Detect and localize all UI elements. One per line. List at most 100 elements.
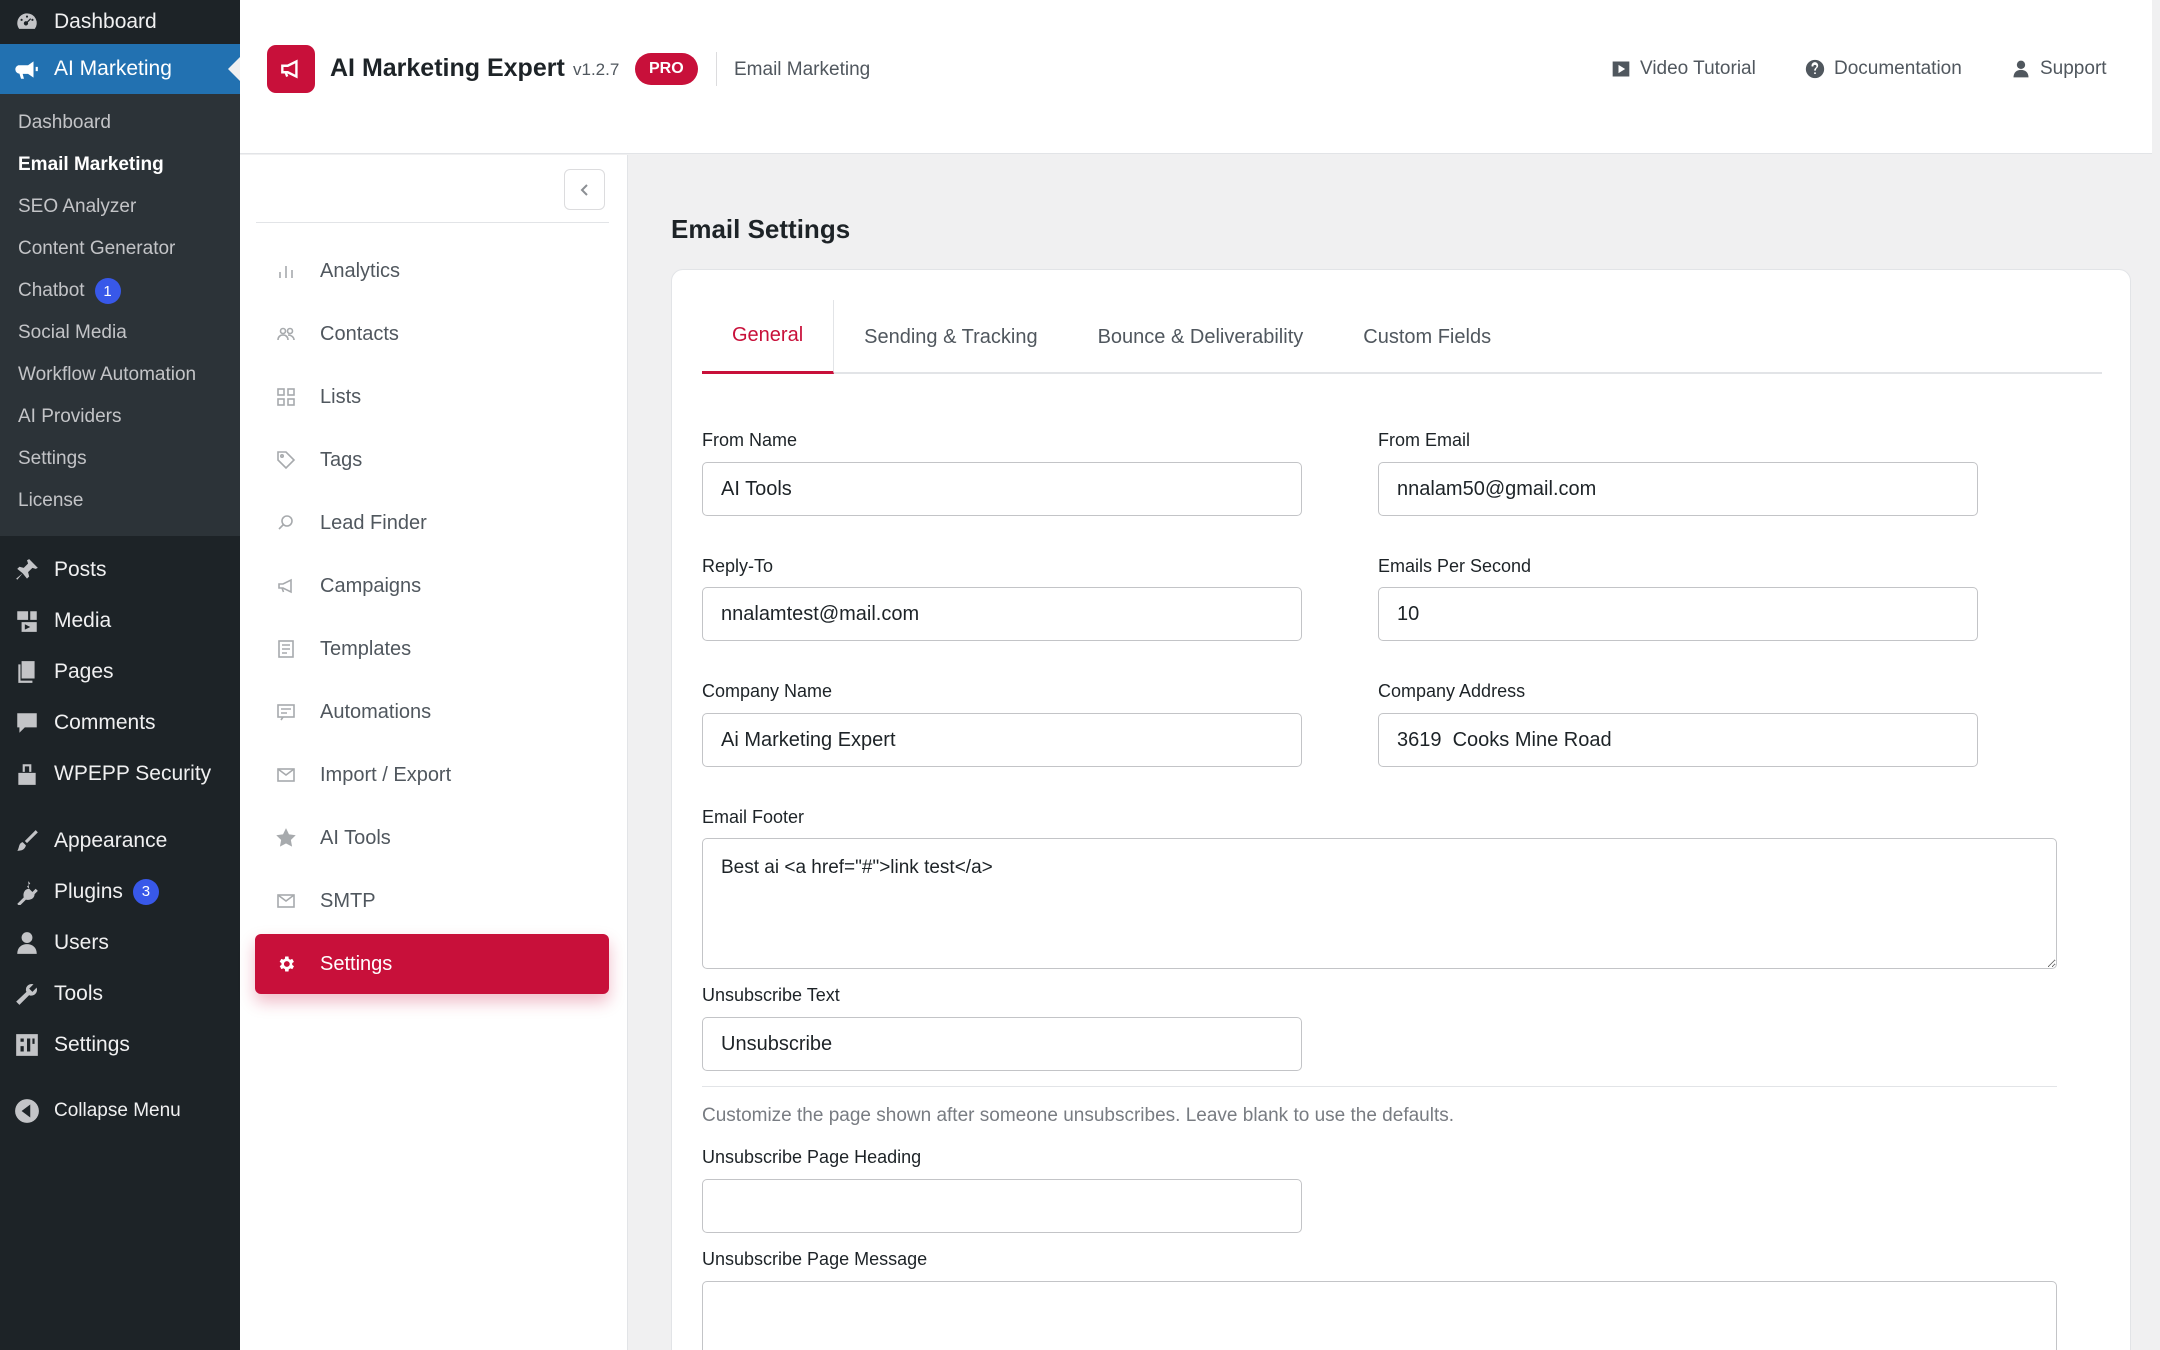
pin-icon (14, 557, 40, 583)
wp-submenu-label: License (18, 490, 84, 511)
video-play-icon (1612, 61, 1630, 77)
nav-item-automations[interactable]: Automations (255, 682, 609, 742)
wp-menu-pages[interactable]: Pages (0, 646, 240, 697)
wp-menu-appearance[interactable]: Appearance (0, 815, 240, 866)
wp-submenu-license[interactable]: License (0, 480, 240, 522)
documentation-link[interactable]: Documentation (1805, 58, 1962, 80)
brush-icon (14, 828, 40, 854)
nav-item-ai-tools[interactable]: AI Tools (255, 808, 609, 868)
envelope-icon (275, 890, 297, 912)
company-name-input[interactable] (702, 713, 1302, 767)
unsubscribe-page-heading-label: Unsubscribe Page Heading (702, 1147, 922, 1167)
reply-to-input[interactable] (702, 587, 1302, 641)
app-version: v1.2.7 (573, 60, 620, 79)
automation-icon (275, 701, 297, 723)
wp-menu-ai-marketing[interactable]: AI Marketing (0, 44, 240, 94)
wp-menu-posts[interactable]: Posts (0, 544, 240, 595)
unsubscribe-text-label: Unsubscribe Text (702, 985, 840, 1005)
app-title: AI Marketing Expert (330, 54, 565, 82)
wp-menu-comments[interactable]: Comments (0, 697, 240, 748)
nav-item-label: Contacts (320, 322, 399, 345)
wp-menu-label: Settings (54, 1032, 130, 1056)
settings-tabs: General Sending & Tracking Bounce & Deli… (702, 300, 2102, 374)
pages-icon (14, 659, 40, 685)
chevron-left-icon (580, 183, 588, 196)
nav-item-label: Lists (320, 385, 362, 408)
wp-submenu-seo-analyzer[interactable]: SEO Analyzer (0, 186, 240, 228)
tab-sending-tracking[interactable]: Sending & Tracking (834, 300, 1067, 374)
nav-item-contacts[interactable]: Contacts (255, 304, 609, 364)
settings-card: General Sending & Tracking Bounce & Deli… (671, 269, 2131, 1350)
wp-submenu-label: SEO Analyzer (18, 196, 137, 217)
tab-custom-fields[interactable]: Custom Fields (1333, 300, 1521, 374)
wp-submenu-settings[interactable]: Settings (0, 438, 240, 480)
wp-menu-wpepp-security[interactable]: WPEPP Security (0, 748, 240, 799)
wp-submenu-social-media[interactable]: Social Media (0, 312, 240, 354)
unsubscribe-text-input[interactable] (702, 1017, 1302, 1071)
email-footer-textarea[interactable]: Best ai <a href="#">link test</a> (702, 838, 2057, 969)
wp-submenu-label: Settings (18, 448, 87, 469)
emails-per-second-input[interactable] (1378, 587, 1978, 641)
nav-item-lists[interactable]: Lists (255, 367, 609, 427)
wp-submenu-email-marketing[interactable]: Email Marketing (0, 144, 240, 186)
media-icon (14, 608, 40, 634)
support-link[interactable]: Support (2011, 58, 2107, 80)
wp-collapse-menu[interactable]: Collapse Menu (0, 1086, 240, 1136)
wp-submenu-label: Workflow Automation (18, 364, 197, 385)
wp-submenu-ai-providers[interactable]: AI Providers (0, 396, 240, 438)
company-address-label: Company Address (1378, 681, 1526, 701)
nav-item-label: Templates (320, 637, 412, 660)
wp-collapse-menu-label: Collapse Menu (54, 1100, 181, 1121)
wp-menu-label: Pages (54, 659, 114, 683)
collapse-nav-button[interactable] (564, 169, 605, 210)
wp-submenu-label: Content Generator (18, 238, 176, 259)
nav-item-smtp[interactable]: SMTP (255, 871, 609, 931)
nav-item-analytics[interactable]: Analytics (255, 241, 609, 301)
wp-submenu-dashboard[interactable]: Dashboard (0, 102, 240, 144)
email-footer-label: Email Footer (702, 807, 805, 827)
wp-submenu-label: Email Marketing (18, 154, 164, 175)
tab-general[interactable]: General (702, 300, 835, 374)
unsubscribe-page-message-textarea[interactable] (702, 1281, 2057, 1350)
company-name-label: Company Name (702, 681, 833, 701)
wp-menu-label: Tools (54, 981, 104, 1005)
nav-item-tags[interactable]: Tags (255, 430, 609, 490)
pro-badge: PRO (635, 53, 698, 85)
wp-submenu-content-generator[interactable]: Content Generator (0, 228, 240, 270)
unsubscribe-page-heading-input[interactable] (702, 1179, 1302, 1233)
nav-item-label: Import / Export (320, 763, 452, 786)
wp-menu-settings[interactable]: Settings (0, 1019, 240, 1070)
nav-item-campaigns[interactable]: Campaigns (255, 556, 609, 616)
search-icon (275, 512, 297, 534)
wp-menu-ai-marketing-label: AI Marketing (54, 57, 172, 80)
wp-menu-media[interactable]: Media (0, 595, 240, 646)
from-name-input[interactable] (702, 462, 1302, 516)
wp-submenu-label: Dashboard (18, 112, 111, 133)
video-tutorial-link[interactable]: Video Tutorial (1611, 58, 1756, 80)
wp-menu-label: Users (54, 930, 109, 954)
from-email-input[interactable] (1378, 462, 1978, 516)
wp-menu-users[interactable]: Users (0, 917, 240, 968)
wp-menu-dashboard[interactable]: Dashboard (0, 0, 240, 44)
megaphone-icon (275, 575, 297, 597)
nav-item-import-export[interactable]: Import / Export (255, 745, 609, 805)
plugin-nav-list: Analytics Contacts Lists Tags Lead Finde… (255, 241, 609, 997)
nav-item-label: AI Tools (320, 826, 391, 849)
wp-submenu-chatbot[interactable]: Chatbot 1 (0, 270, 240, 312)
nav-item-templates[interactable]: Templates (255, 619, 609, 679)
nav-item-lead-finder[interactable]: Lead Finder (255, 493, 609, 553)
nav-item-settings[interactable]: Settings (255, 934, 609, 994)
tab-bounce-deliverability[interactable]: Bounce & Deliverability (1068, 300, 1334, 374)
wp-menu-label: Media (54, 608, 112, 632)
wp-menu-plugins[interactable]: Plugins 3 (0, 866, 240, 917)
wp-submenu-workflow-automation[interactable]: Workflow Automation (0, 354, 240, 396)
gear-icon (275, 953, 297, 975)
wp-menu-tools[interactable]: Tools (0, 968, 240, 1019)
chatbot-count-badge: 1 (94, 278, 121, 304)
company-address-input[interactable] (1378, 713, 1978, 767)
plugins-update-badge: 3 (132, 878, 159, 905)
video-tutorial-label: Video Tutorial (1640, 58, 1756, 79)
wp-submenu-label: Social Media (18, 322, 127, 343)
lock-icon (14, 761, 40, 787)
emails-per-second-label: Emails Per Second (1378, 556, 1532, 576)
